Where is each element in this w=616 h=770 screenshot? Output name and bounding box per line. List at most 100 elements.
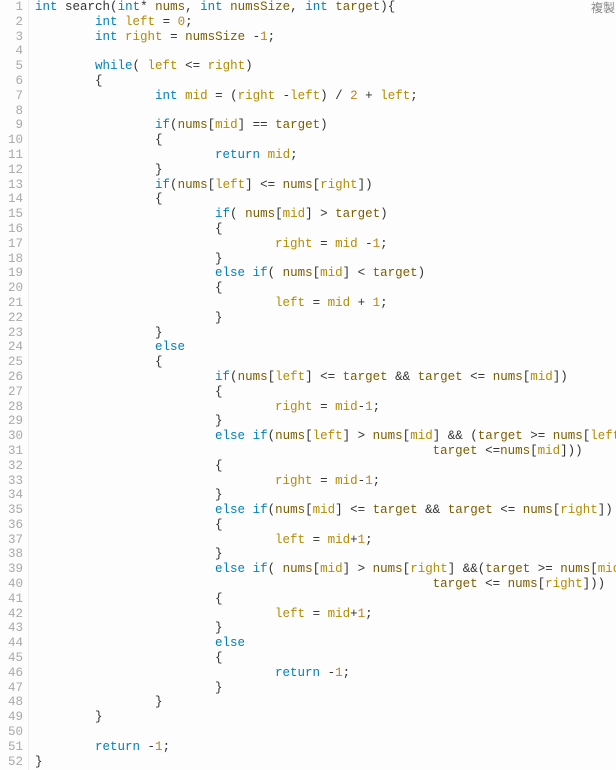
text-token (260, 148, 268, 162)
text-token: = (163, 30, 186, 44)
text-token: ]) (358, 178, 373, 192)
code-line: left = mid+1; (35, 533, 616, 548)
param-token: target (433, 444, 478, 458)
keyword-token: if (215, 370, 230, 384)
text-token: = (305, 296, 328, 310)
text-token (178, 89, 186, 103)
text-token: [ (305, 429, 313, 443)
text-token: ])) (560, 444, 583, 458)
text-token (35, 148, 215, 162)
code-line: { (35, 74, 616, 89)
param-token: nums (155, 0, 185, 14)
text-token: ] > (343, 429, 373, 443)
keyword-token: if (253, 562, 268, 576)
variable-token: right (275, 400, 313, 414)
code-line: int search(int* nums, int numsSize, int … (35, 0, 616, 15)
text-token (35, 474, 275, 488)
copy-button[interactable]: 複製 (591, 1, 615, 16)
code-line (35, 44, 616, 59)
param-token: target (478, 429, 523, 443)
text-token: } (35, 163, 163, 177)
variable-token: mid (538, 444, 561, 458)
variable-token: right (275, 474, 313, 488)
variable-token: left (313, 429, 343, 443)
text-token (35, 533, 275, 547)
text-token: ( (230, 370, 238, 384)
text-token: } (35, 681, 223, 695)
line-number: 2 (3, 15, 23, 30)
number-token: 1 (373, 237, 381, 251)
variable-token: left (275, 607, 305, 621)
variable-token: mid (328, 533, 351, 547)
code-line: else if( nums[mid] > nums[right] &&(targ… (35, 562, 616, 577)
line-number: 26 (3, 370, 23, 385)
code-line: { (35, 133, 616, 148)
code-line: left = mid+1; (35, 607, 616, 622)
variable-token: left (290, 89, 320, 103)
keyword-token: int (200, 0, 223, 14)
line-number: 24 (3, 340, 23, 355)
text-token: = (313, 474, 336, 488)
text-token: ; (373, 400, 381, 414)
code-line: } (35, 488, 616, 503)
text-token: ; (268, 30, 276, 44)
text-token (35, 636, 215, 650)
line-number: 4 (3, 44, 23, 59)
code-content[interactable]: int search(int* nums, int numsSize, int … (29, 0, 616, 770)
variable-token: mid (335, 474, 358, 488)
number-token: 1 (335, 666, 343, 680)
variable-token: right (238, 89, 276, 103)
line-number: 17 (3, 237, 23, 252)
function-token: search (65, 0, 110, 14)
text-token (35, 207, 215, 221)
text-token: ; (163, 740, 171, 754)
text-token: } (35, 252, 223, 266)
code-line: } (35, 681, 616, 696)
text-token: ] &&( (448, 562, 486, 576)
text-token (245, 562, 253, 576)
text-token: + (358, 89, 381, 103)
line-number: 31 (3, 444, 23, 459)
param-token: nums (283, 562, 313, 576)
number-token: 1 (358, 533, 366, 547)
text-token (118, 15, 126, 29)
variable-token: left (148, 59, 178, 73)
variable-token: right (208, 59, 246, 73)
text-token: [ (275, 207, 283, 221)
line-number: 9 (3, 118, 23, 133)
code-line: return mid; (35, 148, 616, 163)
code-line: left = mid + 1; (35, 296, 616, 311)
keyword-token: if (155, 178, 170, 192)
code-line (35, 725, 616, 740)
line-number: 29 (3, 414, 23, 429)
text-token: { (35, 281, 223, 295)
line-number: 28 (3, 400, 23, 415)
line-number: 51 (3, 740, 23, 755)
keyword-token: if (155, 118, 170, 132)
text-token: { (35, 133, 163, 147)
variable-token: mid (313, 503, 336, 517)
text-token: <= (478, 577, 508, 591)
param-token: nums (245, 207, 275, 221)
variable-token: left (380, 89, 410, 103)
number-token: 1 (365, 474, 373, 488)
text-token: ] && ( (433, 429, 478, 443)
text-token: - (358, 400, 366, 414)
text-token: [ (530, 444, 538, 458)
param-token: target (485, 562, 530, 576)
param-token: nums (493, 370, 523, 384)
code-line: while( left <= right) (35, 59, 616, 74)
variable-token: right (275, 237, 313, 251)
code-line: return -1; (35, 740, 616, 755)
code-line: } (35, 755, 616, 770)
text-token: [ (313, 266, 321, 280)
line-number: 1 (3, 0, 23, 15)
param-token: target (335, 0, 380, 14)
param-token: nums (508, 577, 538, 591)
text-token: - (140, 740, 155, 754)
code-line: { (35, 459, 616, 474)
code-line: { (35, 651, 616, 666)
line-number: 48 (3, 695, 23, 710)
text-token: * (140, 0, 155, 14)
variable-token: mid (320, 266, 343, 280)
